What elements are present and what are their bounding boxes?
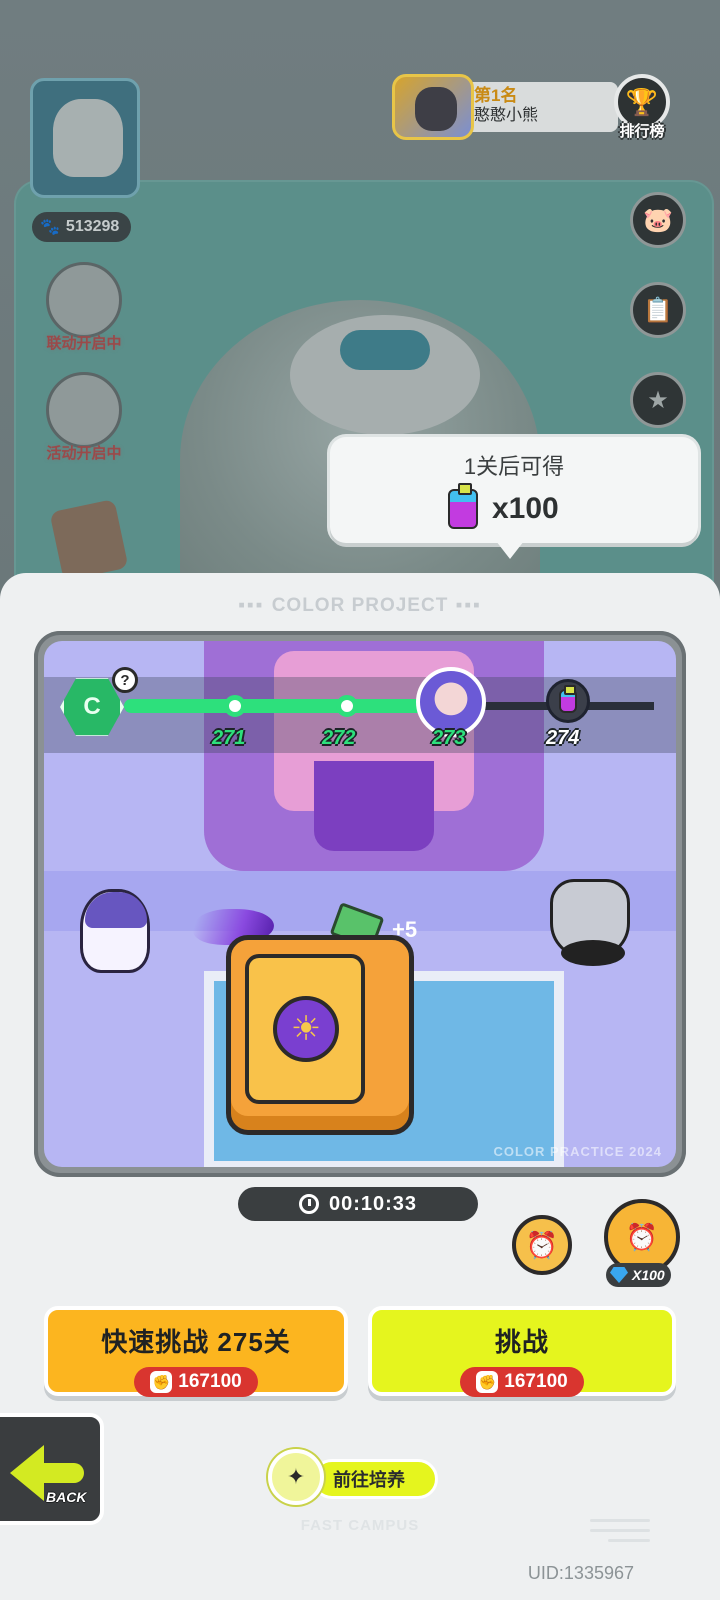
level-node-272	[336, 695, 358, 717]
challenge-cost: ✊ 167100	[460, 1367, 584, 1397]
level-number: 274	[546, 727, 580, 749]
lemon-character-icon: ✦	[268, 1449, 324, 1505]
clock-icon	[298, 1194, 319, 1214]
top-player-avatar	[392, 74, 474, 140]
sheet-header: ▪▪▪ COLOR PROJECT ▪▪▪	[238, 595, 482, 616]
help-icon[interactable]: ?	[112, 667, 138, 693]
level-node-271	[224, 695, 246, 717]
go-train-button[interactable]: 前往培养 ✦	[268, 1449, 448, 1505]
event-collab-thumbnail	[46, 262, 122, 338]
rank-player-name: 憨憨小熊	[474, 107, 539, 124]
book-icon[interactable]	[49, 498, 129, 582]
go-train-label: 前往培养	[312, 1459, 438, 1499]
event-collab[interactable]: 联动开启中	[36, 262, 132, 353]
quick-challenge-cost-value: 167100	[178, 1371, 242, 1392]
level-number: 271	[212, 727, 246, 749]
fist-icon: ✊	[476, 1371, 499, 1393]
challenge-sheet: ▪▪▪ COLOR PROJECT ▪▪▪ C ? 271 272 273 27…	[0, 573, 720, 1600]
challenge-label: 挑战	[494, 1327, 549, 1357]
leaderboard-label: 排行榜	[619, 123, 665, 140]
back-arrow-icon	[10, 1445, 44, 1501]
event-activity-label: 活动开启中	[46, 445, 122, 462]
alarm-refresh-button[interactable]: ⏰	[512, 1215, 572, 1275]
level-number: 272	[322, 727, 356, 749]
challenge-button[interactable]: 挑战 ✊ 167100	[368, 1306, 676, 1397]
sheet-header-text: COLOR PROJECT	[271, 595, 449, 616]
event-activity[interactable]: 活动开启中	[36, 372, 132, 463]
map-watermark: COLOR PRACTICE 2024	[493, 1144, 662, 1159]
back-button[interactable]: BACK	[0, 1413, 104, 1525]
player-avatar-card[interactable]	[30, 78, 140, 198]
leaderboard-button[interactable]: 🏆 排行榜	[606, 74, 678, 146]
progress-track-cleared	[124, 699, 444, 713]
spray-can-icon	[448, 483, 478, 529]
rank-place: 第1名	[474, 86, 518, 105]
star-badge-icon[interactable]: ★	[630, 372, 686, 428]
tooltip-title: 1关后可得	[463, 454, 565, 479]
pig-icon[interactable]: 🐷	[630, 192, 686, 248]
tooltip-reward-qty: x100	[492, 492, 559, 525]
tooltip-reward: x100	[448, 483, 559, 529]
enemy-character	[550, 879, 630, 966]
decorative-lines	[590, 1519, 650, 1549]
hero-character	[80, 889, 150, 973]
diamond-icon	[610, 1267, 628, 1283]
event-collab-label: 联动开启中	[46, 335, 122, 352]
character-bow	[340, 330, 430, 370]
timer-value: 00:10:33	[328, 1192, 418, 1215]
back-label: BACK	[46, 1489, 87, 1505]
level-node-274-reward[interactable]	[546, 679, 590, 723]
safe-icon: ☀	[226, 935, 414, 1135]
fist-icon: ✊	[150, 1371, 173, 1393]
gem-cost-tag: X100	[606, 1263, 671, 1287]
challenge-cost-value: 167100	[504, 1371, 568, 1392]
paw-count-value: 513298	[65, 218, 120, 235]
avatar	[53, 99, 123, 177]
map-plaza	[204, 641, 544, 871]
level-number: 273	[432, 727, 466, 749]
paw-icon: 🐾	[40, 219, 60, 236]
stage-timer: 00:10:33	[238, 1187, 478, 1221]
quick-challenge-cost: ✊ 167100	[134, 1367, 258, 1397]
quick-challenge-label: 快速挑战 275关	[101, 1327, 291, 1357]
spray-can-icon	[559, 685, 577, 713]
ranking-widget[interactable]: 第1名 憨憨小熊 🏆 排行榜	[392, 74, 682, 140]
rank-info: 第1名 憨憨小熊	[468, 82, 618, 132]
event-activity-thumbnail	[46, 372, 122, 448]
paw-counter: 🐾 513298	[32, 212, 132, 242]
background-scene: 🐾 513298 联动开启中 活动开启中 第1名 憨憨小熊 🏆 排行榜 🐷 📋 …	[0, 0, 720, 600]
reward-tooltip: 1关后可得 x100	[330, 437, 698, 559]
user-id: UID:1335967	[527, 1563, 634, 1583]
gem-cost-value: X100	[632, 1267, 665, 1283]
task-list-icon[interactable]: 📋	[630, 282, 686, 338]
quick-challenge-button[interactable]: 快速挑战 275关 ✊ 167100	[44, 1306, 348, 1397]
